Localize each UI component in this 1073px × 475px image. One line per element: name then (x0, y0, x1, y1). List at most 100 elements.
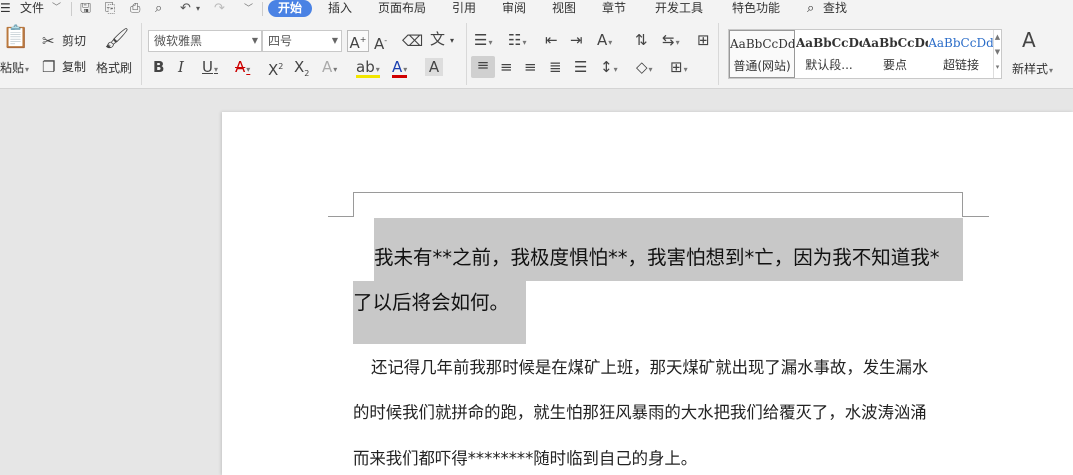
highlight-icon[interactable]: ab▾ (356, 58, 380, 78)
numbered-list-icon[interactable]: ☷▾ (508, 31, 526, 52)
styles-scroll[interactable]: ▲ ▼ ▾ (993, 30, 1001, 78)
format-painter-icon[interactable]: 🖌 (104, 28, 129, 48)
char-shading-icon[interactable]: A (425, 58, 443, 76)
tab-page-layout[interactable]: 页面布局 (378, 0, 426, 19)
style-sample: AaBbCcDd (928, 36, 994, 50)
tab-references[interactable]: 引用 (452, 0, 476, 19)
divider (466, 23, 467, 85)
new-style-icon[interactable]: A (1022, 30, 1036, 50)
tab-developer[interactable]: 开发工具 (655, 0, 703, 19)
line-spacing-icon[interactable]: ↕▾ (600, 58, 618, 79)
shrink-font-icon[interactable]: A- (374, 32, 387, 53)
change-case-icon[interactable]: A▾ (597, 31, 612, 52)
font-size-value: 四号 (268, 34, 293, 48)
superscript-icon[interactable]: X2 (268, 58, 283, 79)
style-sample: AaBbCcDd (796, 36, 862, 50)
increase-indent-icon[interactable]: ⇥ (570, 31, 583, 49)
scissors-icon[interactable]: ✂ (42, 32, 55, 50)
divider (71, 2, 72, 16)
new-style-label: 新样式 (1012, 62, 1049, 76)
search-button[interactable]: 查找 (823, 0, 847, 19)
copy-icon[interactable]: ❐ (42, 58, 55, 76)
more-chevron-icon[interactable]: ﹀ (244, 1, 253, 17)
paste-button[interactable]: 粘贴▾ (0, 60, 29, 78)
tab-review[interactable]: 审阅 (502, 0, 526, 19)
tab-chapter[interactable]: 章节 (602, 0, 626, 19)
margin-guide (328, 216, 354, 217)
underline-icon[interactable]: U▾ (202, 58, 218, 79)
table-icon[interactable]: ⊞ (697, 31, 710, 49)
chevron-down-icon[interactable]: ▾ (450, 32, 454, 50)
paste-label: 粘贴 (0, 61, 25, 75)
chevron-down-icon: ▼ (251, 36, 258, 45)
paragraph-line[interactable]: 而来我们都吓得********随时临到自己的身上。 (353, 448, 697, 470)
copy-button[interactable]: 复制 (62, 59, 86, 75)
borders-icon[interactable]: ⊞▾ (670, 58, 688, 79)
decrease-indent-icon[interactable]: ⇤ (545, 31, 558, 49)
font-size-select[interactable]: 四号 ▼ (262, 30, 342, 52)
paragraph-line[interactable]: 还记得几年前我那时候是在煤矿上班，那天煤矿就出现了漏水事故，发生漏水 (371, 357, 928, 379)
document-page[interactable]: 我未有**之前，我极度惧怕**，我害怕想到*亡，因为我不知道我* 了以后将会如何… (222, 112, 1073, 475)
align-left-icon[interactable]: ≡ (471, 56, 495, 78)
style-strong[interactable]: AaBbCcDd 要点 (862, 30, 928, 78)
tab-home[interactable]: 开始 (268, 0, 313, 17)
sort-icon[interactable]: ⇅ (635, 31, 648, 49)
print-icon[interactable]: ⎙ (130, 1, 140, 17)
justify-icon[interactable]: ≣ (549, 58, 562, 76)
tab-insert[interactable]: 插入 (328, 0, 352, 19)
show-marks-icon[interactable]: ⇆▾ (662, 31, 680, 52)
font-color-icon[interactable]: A▾ (392, 58, 408, 78)
clear-format-icon[interactable]: ⌫ (402, 32, 423, 50)
shading-icon[interactable]: ◇▾ (636, 58, 653, 79)
style-normal-web[interactable]: AaBbCcDd 普通(网站) (729, 30, 795, 78)
undo-icon[interactable]: ↶ (180, 1, 191, 17)
font-name-select[interactable]: 微软雅黑 ▼ (148, 30, 262, 52)
divider (262, 2, 263, 16)
style-hyperlink[interactable]: AaBbCcDd 超链接 (928, 30, 994, 78)
paragraph-line[interactable]: 我未有**之前，我极度惧怕**，我害怕想到*亡，因为我不知道我* (374, 243, 940, 273)
redo-icon[interactable]: ↷ (214, 1, 225, 17)
margin-guide (962, 192, 963, 217)
chevron-down-icon[interactable]: ﹀ (52, 0, 61, 19)
paragraph-line[interactable]: 的时候我们就拼命的跑，就生怕那狂风暴雨的大水把我们给覆灭了，水波涛汹涌 (353, 402, 927, 424)
hamburger-icon[interactable]: ☰ (0, 0, 11, 19)
bold-icon[interactable]: B (153, 58, 164, 76)
align-center-icon[interactable]: ≡ (500, 58, 513, 76)
tab-view[interactable]: 视图 (552, 0, 576, 19)
save-icon[interactable]: 🖫 (80, 1, 91, 17)
export-icon[interactable]: ⎘ (105, 1, 115, 17)
format-painter-button[interactable]: 格式刷 (96, 60, 132, 76)
grow-font-icon[interactable]: A+ (347, 30, 369, 52)
style-sample: AaBbCcDd (730, 37, 794, 51)
paragraph-line[interactable]: 了以后将会如何。 (353, 288, 509, 318)
paste-icon[interactable]: 📋 (2, 27, 29, 49)
menu-bar: ☰ 文件 ﹀ 🖫 ⎘ ⎙ ⌕ ↶ ▾ ↷ ﹀ 开始 插入 页面布局 引用 审阅 … (0, 0, 1073, 19)
align-right-icon[interactable]: ≡ (524, 58, 537, 76)
style-default-paragraph[interactable]: AaBbCcDd 默认段... (796, 30, 862, 78)
margin-guide (353, 192, 963, 193)
print-preview-icon[interactable]: ⌕ (155, 1, 162, 17)
subscript-icon[interactable]: X2 (294, 58, 309, 83)
style-sample: AaBbCcDd (862, 36, 928, 50)
ribbon: 📋 粘贴▾ ✂ 剪切 ❐ 复制 🖌 格式刷 微软雅黑 ▼ 四号 ▼ A+ A- … (0, 19, 1073, 89)
margin-guide (962, 216, 989, 217)
distributed-icon[interactable]: ☰ (574, 58, 587, 76)
divider (141, 23, 142, 85)
tab-features[interactable]: 特色功能 (732, 0, 780, 19)
style-name: 普通(网站) (733, 59, 791, 73)
search-icon[interactable]: ⌕ (807, 0, 814, 19)
new-style-button[interactable]: 新样式▾ (1012, 61, 1053, 79)
strikethrough-icon[interactable]: A▾ (235, 58, 250, 79)
phonetic-guide-icon[interactable]: 文 (430, 30, 445, 48)
chevron-down-icon: ▼ (331, 36, 338, 45)
cut-button[interactable]: 剪切 (62, 33, 86, 49)
margin-guide (353, 192, 354, 217)
styles-gallery[interactable]: AaBbCcDd 普通(网站) AaBbCcDd 默认段... AaBbCcDd… (728, 29, 1002, 79)
bullet-list-icon[interactable]: ☰▾ (474, 31, 492, 52)
menu-file[interactable]: 文件 (20, 0, 44, 19)
undo-dropdown-icon[interactable]: ▾ (196, 1, 200, 17)
font-name-value: 微软雅黑 (154, 34, 203, 48)
text-effect-icon[interactable]: A▾ (322, 58, 337, 79)
style-name: 默认段... (805, 58, 853, 72)
italic-icon[interactable]: I (178, 58, 184, 76)
